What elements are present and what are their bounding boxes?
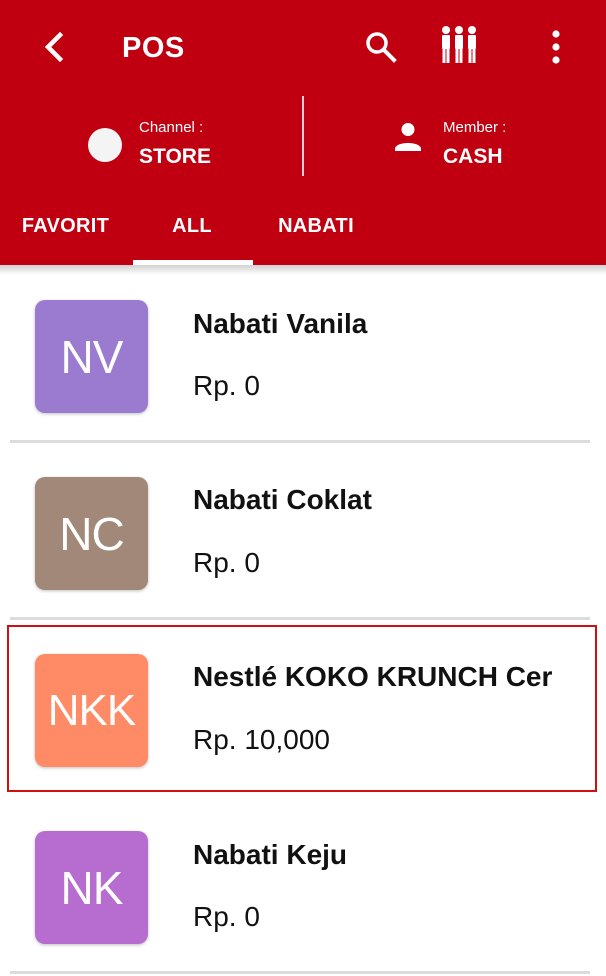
back-arrow-icon [44,32,64,62]
category-tabs: FAVORIT ALL NABATI [0,196,606,265]
product-avatar: NC [35,477,148,590]
page-title: POS [122,32,185,64]
item-divider [10,971,590,974]
search-button[interactable] [358,24,404,70]
channel-value: STORE [139,145,211,168]
app-header: POS Channel: STORE Member: CASH FAVORI… [0,0,606,265]
channel-circle-icon [88,128,122,162]
person-icon [395,123,421,151]
more-vertical-icon [552,30,560,64]
product-avatar: NK [35,831,148,944]
member-value: CASH [443,145,503,168]
back-button[interactable] [30,22,80,72]
member-label: Member : [443,119,507,136]
product-name: Nabati Coklat [193,484,372,515]
member-selector[interactable]: Member : CASH [390,106,590,168]
info-divider [302,96,304,176]
tab-favorit[interactable]: FAVORIT [0,196,131,265]
product-price: Rp. 0 [193,547,260,578]
product-name: Nabati Vanila [193,308,368,339]
channel-selector[interactable]: Channel : STORE [84,106,284,168]
tab-all[interactable]: ALL [131,196,253,265]
toolbar: POS [0,0,606,96]
people-group-icon [442,26,476,63]
more-options-button[interactable] [534,24,578,70]
list-item[interactable]: NV Nabati Vanila Rp. 0 [0,265,606,443]
product-list: NV Nabati Vanila Rp. 0 NC Nabati Coklat … [0,265,606,976]
product-avatar: NV [35,300,148,413]
product-price: Rp. 0 [193,901,260,932]
list-item[interactable]: NC Nabati Coklat Rp. 0 [0,442,606,620]
header-shadow [0,265,606,275]
selection-highlight [7,625,597,792]
list-item[interactable]: NK Nabati Keju Rp. 0 [0,796,606,974]
product-price: Rp. 0 [193,370,260,401]
product-name: Nabati Keju [193,839,348,870]
tab-nabati[interactable]: NABATI [253,196,379,265]
members-button[interactable] [433,20,485,72]
channel-member-row: Channel : STORE Member : CASH [0,96,606,178]
pos-screen: POS Channel: STORE Member: CASH FAVORI… [0,0,606,976]
channel-label: Channel : [139,119,204,136]
search-icon [366,32,397,63]
